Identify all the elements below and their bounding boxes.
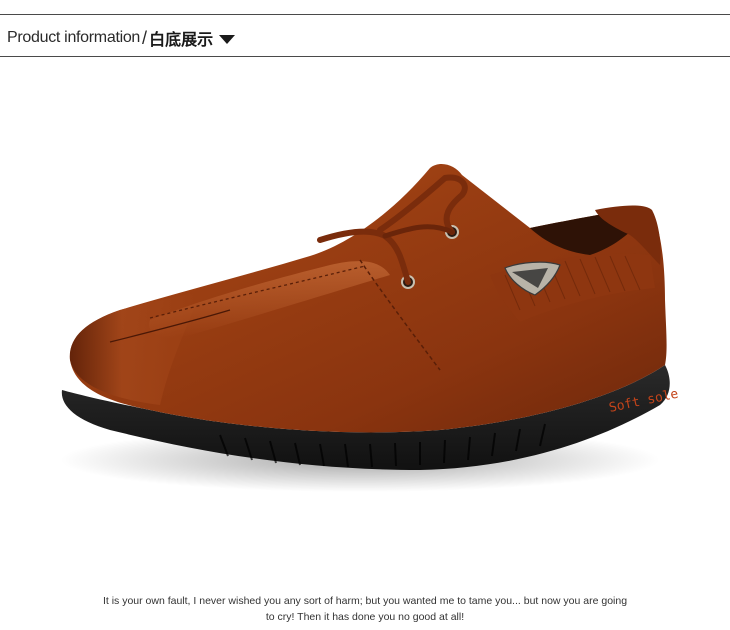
section-title-chinese: 白底展示 [149,30,214,49]
caption: It is your own fault, I never wished you… [0,593,730,625]
title-separator: / [142,27,148,48]
caption-line-1: It is your own fault, I never wished you… [102,595,628,607]
triangle-down-icon [219,34,236,44]
section-header: Product information / 白底展示 [0,14,730,57]
section-title: Product information / 白底展示 [7,26,236,50]
product-photo-shoe: Soft sole [60,164,680,492]
caption-line-2: to cry! Then it has done you no good at … [265,611,465,623]
section-title-english: Product information [7,29,141,46]
